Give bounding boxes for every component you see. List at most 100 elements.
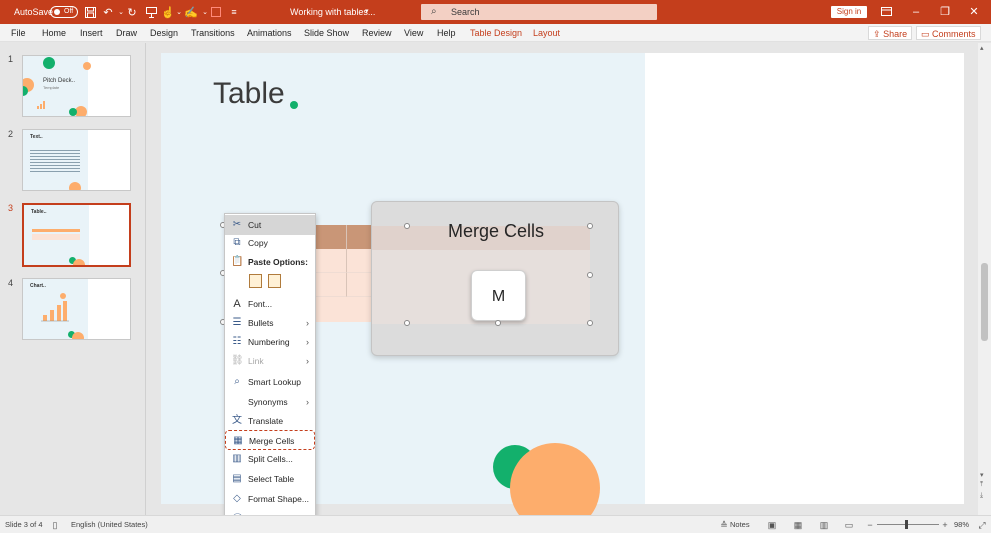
menu-item-label: Font... xyxy=(248,299,273,309)
thumbnail-number: 3 xyxy=(8,203,14,213)
zoom-slider[interactable] xyxy=(877,524,939,525)
slide-sorter-icon[interactable]: ▦ xyxy=(792,519,804,531)
menu-item-link: ⛓ Link › xyxy=(225,351,315,371)
tab-layout[interactable]: Layout xyxy=(533,24,560,42)
tab-view[interactable]: View xyxy=(404,24,423,42)
selection-handle xyxy=(587,272,593,278)
scroll-down-icon[interactable]: ▾ xyxy=(980,471,984,479)
document-title[interactable]: Working with tables... xyxy=(290,0,375,24)
normal-view-icon[interactable]: ▣ xyxy=(766,519,778,531)
comments-button[interactable]: ▭ Comments xyxy=(916,26,981,40)
next-slide-icon[interactable]: ⤓ xyxy=(980,492,983,500)
sign-in-button[interactable]: Sign in xyxy=(831,6,867,18)
vertical-scrollbar[interactable]: ▴ ▾ ⤒ ⤓ xyxy=(978,43,991,515)
slide-thumbnail-2[interactable]: Text.. xyxy=(22,129,131,191)
slide-title[interactable]: Table xyxy=(213,77,285,111)
thumbnail-subtitle: Template xyxy=(43,85,60,90)
close-icon[interactable]: ✕ xyxy=(960,0,988,24)
menu-item-font[interactable]: A Font... xyxy=(225,294,315,314)
ribbon-display-options-icon[interactable] xyxy=(872,0,900,24)
save-icon[interactable] xyxy=(82,4,98,20)
menu-item-smart-lookup[interactable]: ⌕ Smart Lookup xyxy=(225,372,315,392)
tab-home[interactable]: Home xyxy=(42,24,66,42)
link-icon: ⛓ xyxy=(231,355,244,366)
zoom-in-icon[interactable]: + xyxy=(939,519,951,531)
paste-keep-formatting-icon[interactable] xyxy=(249,274,262,288)
table-cell[interactable] xyxy=(316,273,347,297)
accessibility-icon[interactable]: ▯ xyxy=(49,519,61,531)
document-title-chevron-icon[interactable]: ▾ xyxy=(365,0,369,24)
clipboard-icon: 📋 xyxy=(231,256,244,267)
comments-label: Comments xyxy=(932,29,976,39)
shape-outline-icon[interactable] xyxy=(208,4,224,20)
redo-icon[interactable]: ↻ xyxy=(124,4,140,20)
zoom-level[interactable]: 98% xyxy=(954,516,969,533)
zoom-out-icon[interactable]: − xyxy=(864,519,876,531)
paste-keep-text-icon[interactable] xyxy=(268,274,281,288)
tab-animations[interactable]: Animations xyxy=(247,24,292,42)
menu-item-merge-cells[interactable]: ▦ Merge Cells xyxy=(225,430,315,450)
fit-to-window-icon[interactable]: ⤢ xyxy=(976,519,988,531)
tab-draw[interactable]: Draw xyxy=(116,24,137,42)
autosave-toggle[interactable]: Off xyxy=(50,6,79,18)
language-indicator[interactable]: English (United States) xyxy=(71,516,148,533)
menu-item-select-table[interactable]: ▤ Select Table xyxy=(225,469,315,489)
tab-table-design[interactable]: Table Design xyxy=(470,24,522,42)
previous-slide-icon[interactable]: ⤒ xyxy=(980,481,983,489)
restore-icon[interactable]: ❐ xyxy=(931,0,959,24)
tab-insert[interactable]: Insert xyxy=(80,24,103,42)
tab-transitions[interactable]: Transitions xyxy=(191,24,235,42)
menu-item-cut[interactable]: ✂ Cut xyxy=(225,215,315,235)
menu-item-synonyms[interactable]: Synonyms › xyxy=(225,392,315,412)
slide-thumbnail-4[interactable]: Chart.. xyxy=(22,278,131,340)
menu-item-split-cells[interactable]: ▥ Split Cells... xyxy=(225,449,315,469)
translate-icon: 文 xyxy=(232,415,242,426)
menu-item-label: Numbering xyxy=(248,337,290,347)
menu-item-bullets[interactable]: ☰ Bullets › xyxy=(225,313,315,333)
scroll-up-icon[interactable]: ▴ xyxy=(980,44,984,52)
menu-item-translate[interactable]: 文 Translate xyxy=(225,411,315,431)
scrollbar-thumb[interactable] xyxy=(981,263,988,341)
title-bar: AutoSave Off ↶ ⌄ ↻ ☝ ⌄ ✍ ⌄ ≡ Working wit… xyxy=(0,0,991,24)
tab-review[interactable]: Review xyxy=(362,24,392,42)
menu-item-label: Select Table xyxy=(248,474,295,484)
search-box[interactable]: ⌕ Search xyxy=(421,4,657,20)
share-button[interactable]: ⇪ Share xyxy=(868,26,913,40)
presenter-icon[interactable] xyxy=(143,4,159,20)
slide-thumbnail-1[interactable]: Pitch Deck.. Template xyxy=(22,55,131,117)
ribbon-tabs: File Home Insert Draw Design Transitions… xyxy=(0,24,991,42)
slide-show-icon[interactable]: ▭ xyxy=(843,519,855,531)
slide-counter: Slide 3 of 4 xyxy=(5,520,43,529)
thumbnail-decoration xyxy=(69,182,81,190)
menu-item-numbering[interactable]: ☷ Numbering › xyxy=(225,332,315,352)
menu-item-label: Copy xyxy=(248,238,268,248)
reading-view-icon[interactable]: ▥ xyxy=(818,519,830,531)
merge-cells-icon: ▦ xyxy=(233,435,243,446)
menu-item-label: Link xyxy=(248,356,264,366)
tab-help[interactable]: Help xyxy=(437,24,456,42)
thumbnail-title: Pitch Deck.. xyxy=(43,78,76,84)
table-cell[interactable] xyxy=(316,225,347,249)
zoom-slider-thumb[interactable] xyxy=(905,520,908,529)
notes-button[interactable]: Notes xyxy=(730,516,750,533)
menu-item-copy[interactable]: ⧉ Copy xyxy=(225,233,315,253)
menu-item-format-shape[interactable]: ◇ Format Shape... xyxy=(225,489,315,509)
tab-design[interactable]: Design xyxy=(150,24,178,42)
slide-thumbnail-3[interactable]: Table.. xyxy=(22,203,131,267)
thumbnail-title: Text.. xyxy=(30,134,43,140)
menu-item-label: Merge Cells xyxy=(249,436,295,446)
notes-icon[interactable]: ≙ xyxy=(718,519,730,531)
thumbnail-title: Table.. xyxy=(31,209,47,215)
customize-toolbar-icon[interactable]: ≡ xyxy=(226,4,242,20)
selection-handle xyxy=(404,320,410,326)
menu-item-label: Smart Lookup xyxy=(248,377,301,387)
menu-item-label: Cut xyxy=(248,220,262,230)
table-body[interactable] xyxy=(316,249,378,322)
minimize-icon[interactable]: – xyxy=(902,0,930,24)
tab-slide-show[interactable]: Slide Show xyxy=(304,24,349,42)
table-header-row[interactable] xyxy=(316,225,378,249)
submenu-arrow-icon: › xyxy=(306,397,309,407)
menu-item-label: Bullets xyxy=(248,318,274,328)
table-cell[interactable] xyxy=(316,249,347,273)
tab-file[interactable]: File xyxy=(11,24,26,42)
